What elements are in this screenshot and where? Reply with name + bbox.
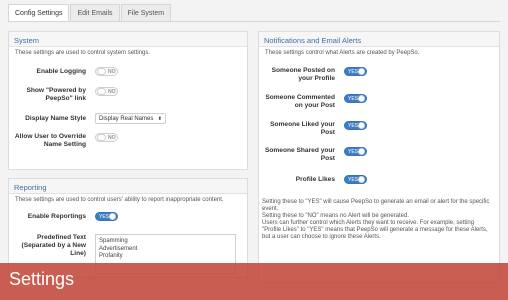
show-powered-by-toggle[interactable]: NO xyxy=(95,87,118,96)
alert-toggle-liked[interactable]: YES xyxy=(344,121,367,130)
enable-reportings-row: Enable Reportings YES xyxy=(8,212,118,221)
enable-reportings-toggle[interactable]: YES xyxy=(95,212,118,221)
reporting-panel-description: These settings are used to control users… xyxy=(15,197,224,203)
alert-toggle-commented[interactable]: YES xyxy=(344,94,367,103)
allow-override-toggle[interactable]: NO xyxy=(95,133,118,142)
predefined-text-label: Predefined Text (Separated by a New Line… xyxy=(21,234,87,257)
alert-row-shared: Someone Shared your Post YES xyxy=(262,147,367,163)
notifications-help-text: Setting these to "YES" will cause PeepSo… xyxy=(262,199,494,241)
alert-toggle-shared[interactable]: YES xyxy=(344,147,367,156)
display-name-style-row: Display Name Style Display Real Names ⬍ xyxy=(8,113,166,124)
help-line: Setting these to "YES" will cause PeepSo… xyxy=(262,199,490,212)
toggle-knob xyxy=(358,122,365,129)
predefined-text-line: Spamming xyxy=(99,238,128,244)
display-name-style-value: Display Real Names xyxy=(99,115,154,122)
predefined-text-line: Advertisement xyxy=(99,245,138,252)
system-panel-title: System xyxy=(9,32,247,47)
enable-logging-row: Enable Logging NO xyxy=(8,67,118,76)
tab-config-settings[interactable]: Config Settings xyxy=(8,4,70,22)
select-arrows-icon: ⬍ xyxy=(157,115,162,122)
alert-label-commented: Someone Commented on your Post xyxy=(265,94,335,109)
show-powered-by-row: Show "Powered by PeepSo" link NO xyxy=(8,87,118,103)
alert-label-posted: Someone Posted on your Profile xyxy=(271,67,335,82)
alert-row-profile-likes: Profile Likes YES xyxy=(262,175,367,184)
tab-file-system[interactable]: File System xyxy=(120,4,172,22)
allow-override-label: Allow User to Override Name Setting xyxy=(14,133,86,148)
show-powered-by-label: Show "Powered by PeepSo" link xyxy=(26,87,86,102)
notifications-panel-title: Notifications and Email Alerts xyxy=(259,32,499,47)
toggle-knob xyxy=(97,88,106,95)
settings-banner: Settings xyxy=(0,263,508,300)
allow-override-row: Allow User to Override Name Setting NO xyxy=(8,133,118,149)
toggle-knob xyxy=(358,148,365,155)
tab-edit-emails[interactable]: Edit Emails xyxy=(70,4,120,22)
enable-logging-label: Enable Logging xyxy=(36,68,86,75)
toggle-knob xyxy=(358,95,365,102)
enable-reportings-label: Enable Reportings xyxy=(27,213,86,220)
reporting-panel-title: Reporting xyxy=(9,179,247,194)
toggle-knob xyxy=(358,68,365,75)
help-line: Setting these to "NO" means no Alert wil… xyxy=(262,213,410,219)
toggle-knob xyxy=(97,68,106,75)
toggle-knob xyxy=(109,213,116,220)
alert-toggle-profile-likes[interactable]: YES xyxy=(344,175,367,184)
alert-label-shared: Someone Shared your Post xyxy=(265,147,335,162)
tab-divider xyxy=(8,21,500,22)
alert-row-posted: Someone Posted on your Profile YES xyxy=(262,67,367,83)
banner-title: Settings xyxy=(9,269,75,289)
tab-bar: Config Settings Edit Emails File System xyxy=(8,4,172,22)
display-name-style-label: Display Name Style xyxy=(25,115,86,122)
predefined-text-line: Profanity xyxy=(99,253,123,259)
alert-row-commented: Someone Commented on your Post YES xyxy=(262,94,367,110)
toggle-knob xyxy=(358,176,365,183)
notifications-panel-description: These settings control what Alerts are c… xyxy=(265,50,420,56)
alert-row-liked: Someone Liked your Post YES xyxy=(262,121,367,137)
enable-logging-toggle[interactable]: NO xyxy=(95,67,118,76)
system-panel-description: These settings are used to control syste… xyxy=(15,50,151,56)
alert-label-profile-likes: Profile Likes xyxy=(295,176,335,183)
alert-toggle-posted[interactable]: YES xyxy=(344,67,367,76)
help-line: Users can further control which Alerts t… xyxy=(262,220,488,240)
toggle-knob xyxy=(97,134,106,141)
alert-label-liked: Someone Liked your Post xyxy=(270,121,335,136)
display-name-style-select[interactable]: Display Real Names ⬍ xyxy=(95,113,166,124)
